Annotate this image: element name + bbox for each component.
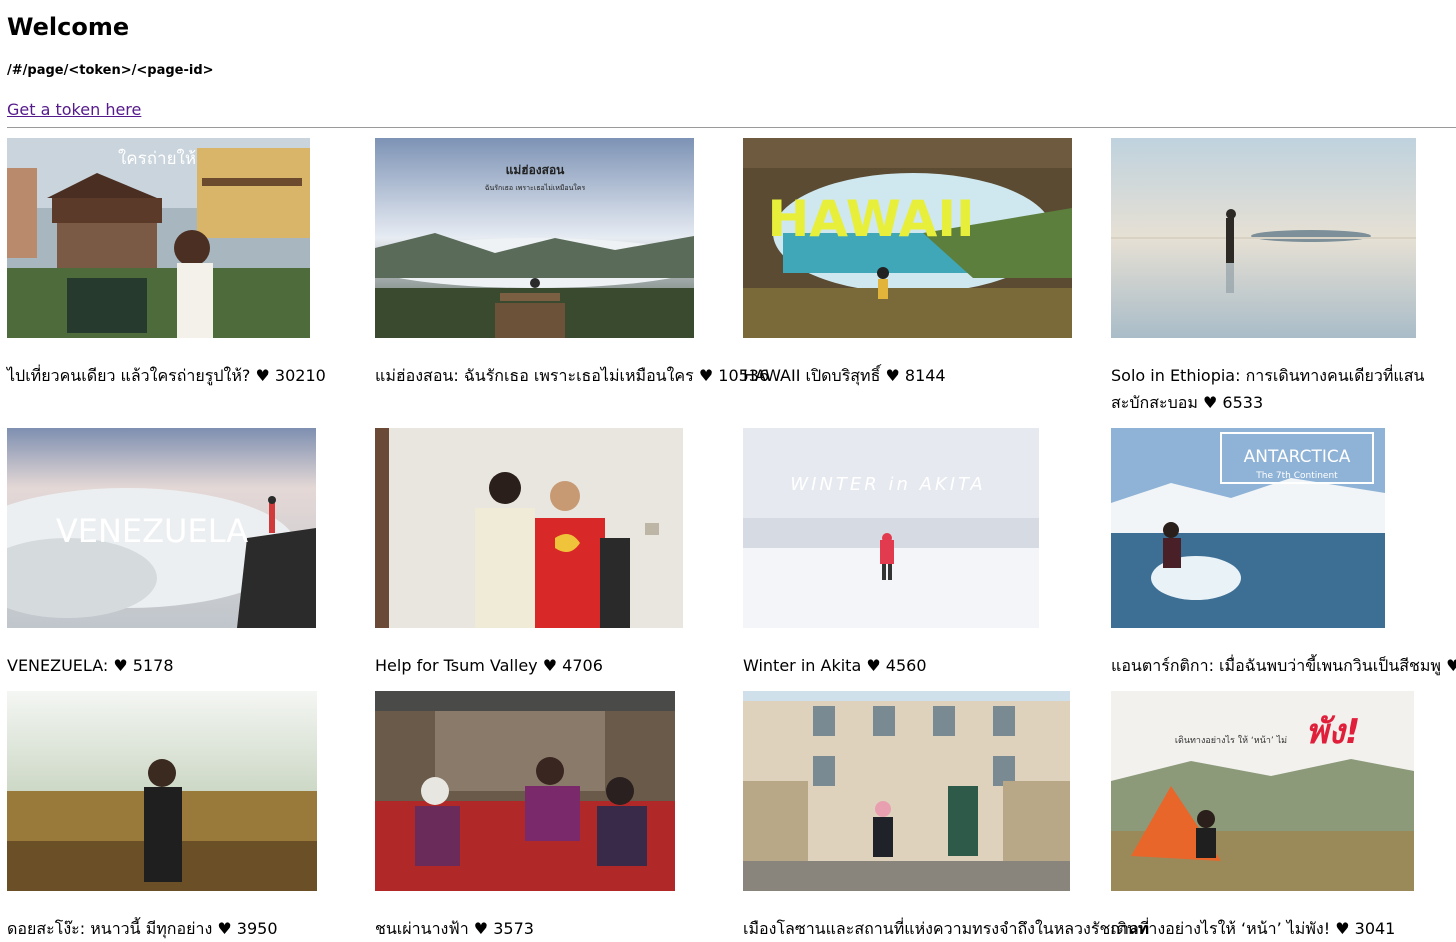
heart-icon: ♥ — [473, 919, 489, 938]
like-count: 5178 — [132, 656, 174, 675]
heart-icon: ♥ — [113, 656, 128, 675]
post-card[interactable]: ANTARCTICA The 7th Continent แอนตาร์กติก… — [1111, 428, 1456, 679]
post-thumbnail[interactable] — [7, 691, 317, 891]
post-image — [375, 691, 675, 891]
image-overlay-text: ANTARCTICA — [1244, 447, 1351, 467]
post-thumbnail[interactable]: ใครถ่ายให้ — [7, 138, 310, 338]
post-caption: แอนตาร์กติกา: เมื่อฉันพบว่าขี้เพนกวินเป็… — [1111, 652, 1456, 679]
heart-icon: ♥ — [217, 919, 232, 938]
post-card[interactable]: ชนเผ่านางฟ้า ♥ 3573 — [375, 691, 743, 942]
post-thumbnail[interactable] — [743, 691, 1070, 891]
image-overlay-text: พัง! — [1306, 712, 1361, 752]
post-card[interactable]: ใครถ่ายให้ ไปเที่ยวคนเดียว แล้วใครถ่ายรู… — [7, 138, 375, 389]
like-count: 30210 — [274, 366, 326, 385]
heart-icon: ♥ — [866, 656, 881, 675]
post-thumbnail[interactable]: ANTARCTICA The 7th Continent — [1111, 428, 1385, 628]
post-thumbnail[interactable]: เดินทางอย่างไร ให้ ‘หน้า’ ไม่ พัง! — [1111, 691, 1414, 891]
post-image: HAWAII — [743, 138, 1072, 338]
image-overlay-subtext: The 7th Continent — [1255, 471, 1338, 481]
like-count: 6533 — [1222, 393, 1264, 412]
get-token-link[interactable]: Get a token here — [7, 100, 141, 120]
post-caption: แม่ฮ่องสอน: ฉันรักเธอ เพราะเธอไม่เหมือนใ… — [375, 362, 769, 389]
post-image: แม่ฮ่องสอน ฉันรักเธอ เพราะเธอไม่เหมือนใค… — [375, 138, 694, 338]
post-thumbnail[interactable] — [1111, 138, 1416, 338]
post-image: VENEZUELA — [7, 428, 316, 628]
post-card[interactable]: Help for Tsum Valley ♥ 4706 — [375, 428, 743, 679]
image-overlay-text: HAWAII — [767, 190, 974, 248]
post-card[interactable]: เมืองโลซานและสถานที่แห่งความทรงจำถึงในหล… — [743, 691, 1149, 942]
heart-icon: ♥ — [255, 366, 270, 385]
post-card[interactable]: Solo in Ethiopia: การเดินทางคนเดียวที่แส… — [1111, 138, 1456, 416]
post-card[interactable]: VENEZUELA VENEZUELA: ♥ 5178 — [7, 428, 375, 679]
post-title: VENEZUELA: — [7, 656, 109, 675]
post-card[interactable]: WINTER in AKITA Winter in Akita ♥ 4560 — [743, 428, 1111, 679]
post-thumbnail[interactable]: แม่ฮ่องสอน ฉันรักเธอ เพราะเธอไม่เหมือนใค… — [375, 138, 694, 338]
heart-icon: ♥ — [698, 366, 714, 385]
post-image — [743, 691, 1070, 891]
heart-icon: ♥ — [1335, 919, 1350, 938]
post-caption: VENEZUELA: ♥ 5178 — [7, 652, 375, 679]
post-title: ชนเผ่านางฟ้า — [375, 919, 469, 938]
post-title: ดอยสะโง๊ะ: หนาวนี้ มีทุกอย่าง — [7, 919, 213, 938]
image-overlay-text: แม่ฮ่องสอน — [506, 163, 566, 177]
post-caption: Solo in Ethiopia: การเดินทางคนเดียวที่แส… — [1111, 362, 1431, 416]
post-title: ไปเที่ยวคนเดียว แล้วใครถ่ายรูปให้? — [7, 366, 251, 385]
post-image: ANTARCTICA The 7th Continent — [1111, 428, 1385, 628]
image-overlay-text: VENEZUELA — [56, 512, 248, 550]
post-image: เดินทางอย่างไร ให้ ‘หน้า’ ไม่ พัง! — [1111, 691, 1414, 891]
post-caption: Winter in Akita ♥ 4560 — [743, 652, 1111, 679]
like-count: 4706 — [562, 656, 603, 675]
post-card[interactable]: เดินทางอย่างไร ให้ ‘หน้า’ ไม่ พัง! เดินท… — [1111, 691, 1456, 942]
post-thumbnail[interactable]: WINTER in AKITA — [743, 428, 1039, 628]
post-title: Help for Tsum Valley — [375, 656, 538, 675]
post-caption: Help for Tsum Valley ♥ 4706 — [375, 652, 743, 679]
image-overlay-subtext: เดินทางอย่างไร ให้ ‘หน้า’ ไม่ — [1175, 735, 1287, 746]
route-hint: /#/page/<token>/<page-id> — [7, 63, 214, 78]
heart-icon: ♥ — [1202, 393, 1218, 412]
post-title: Solo in Ethiopia: การเดินทางคนเดียวที่แส… — [1111, 366, 1425, 412]
like-count: 3573 — [493, 919, 534, 938]
post-image — [375, 428, 683, 628]
post-card[interactable]: HAWAII HAWAII เปิดบริสุทธิ์ ♥ 8144 — [743, 138, 1111, 389]
post-thumbnail[interactable] — [375, 691, 675, 891]
post-thumbnail[interactable] — [375, 428, 683, 628]
post-title: แม่ฮ่องสอน: ฉันรักเธอ เพราะเธอไม่เหมือนใ… — [375, 366, 694, 385]
post-caption: HAWAII เปิดบริสุทธิ์ ♥ 8144 — [743, 362, 1111, 389]
page-title: Welcome — [7, 13, 130, 41]
post-title: Winter in Akita — [743, 656, 862, 675]
post-thumbnail[interactable]: VENEZUELA — [7, 428, 316, 628]
image-overlay-subtext: ฉันรักเธอ เพราะเธอไม่เหมือนใคร — [485, 183, 586, 192]
post-thumbnail[interactable]: HAWAII — [743, 138, 1072, 338]
post-image — [7, 691, 317, 891]
post-image — [1111, 138, 1416, 338]
post-card[interactable]: แม่ฮ่องสอน ฉันรักเธอ เพราะเธอไม่เหมือนใค… — [375, 138, 769, 389]
post-image: ใครถ่ายให้ — [7, 138, 310, 338]
post-title: แอนตาร์กติกา: เมื่อฉันพบว่าขี้เพนกวินเป็… — [1111, 656, 1441, 675]
post-image: WINTER in AKITA — [743, 428, 1039, 628]
heart-icon: ♥ — [1446, 656, 1456, 675]
heart-icon: ♥ — [885, 366, 900, 385]
like-count: 3950 — [236, 919, 278, 938]
post-title: เดินทางอย่างไรให้ ‘หน้า’ ไม่พัง! — [1111, 919, 1331, 938]
like-count: 8144 — [904, 366, 946, 385]
post-title: HAWAII เปิดบริสุทธิ์ — [743, 366, 881, 385]
post-caption: ไปเที่ยวคนเดียว แล้วใครถ่ายรูปให้? ♥ 302… — [7, 362, 375, 389]
like-count: 3041 — [1354, 919, 1396, 938]
divider — [7, 127, 1456, 128]
image-overlay-text: WINTER in AKITA — [790, 474, 985, 495]
like-count: 4560 — [885, 656, 927, 675]
post-card[interactable]: ดอยสะโง๊ะ: หนาวนี้ มีทุกอย่าง ♥ 3950 — [7, 691, 375, 942]
image-overlay-text: ใครถ่ายให้ — [118, 148, 196, 169]
post-title: เมืองโลซานและสถานที่แห่งความทรงจำถึงในหล… — [743, 919, 1150, 938]
heart-icon: ♥ — [542, 656, 558, 675]
